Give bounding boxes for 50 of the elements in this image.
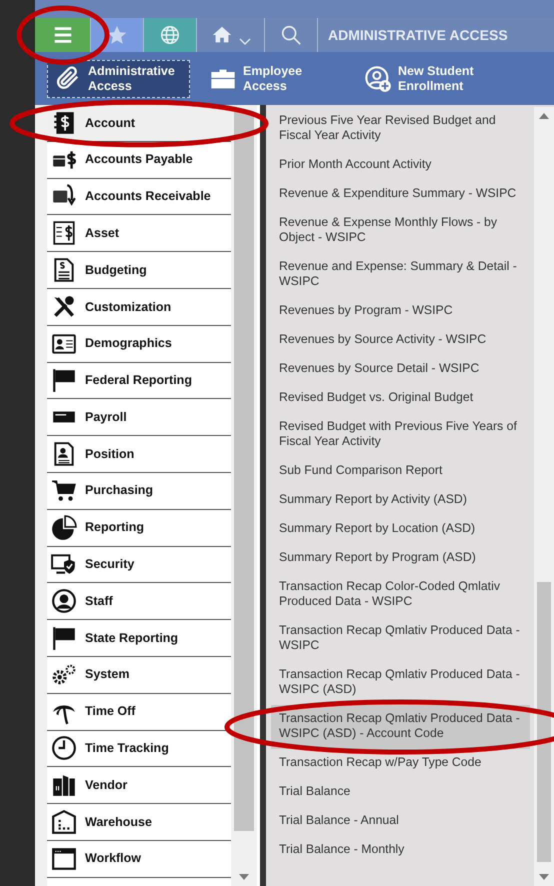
access-button[interactable]: Administrative Access <box>47 60 190 98</box>
report-item[interactable]: Transaction Recap Color-Coded Qmlativ Produced Data - WSIPC <box>271 573 530 617</box>
access-button[interactable]: New Student Enrollment <box>357 60 500 98</box>
module-item[interactable]: Account <box>47 105 231 142</box>
cart-icon <box>51 478 77 504</box>
report-item[interactable]: Revised Budget with Previous Five Years of Fiscal Year Activity <box>271 413 530 457</box>
report-item[interactable]: Prior Month Account Activity <box>271 151 530 180</box>
menu-button[interactable] <box>35 18 91 52</box>
module-item[interactable]: Federal Reporting <box>47 362 231 400</box>
report-item[interactable]: Trial Balance <box>271 778 530 807</box>
person-circle-icon <box>51 588 77 614</box>
clock-icon <box>51 735 77 762</box>
report-item[interactable]: Summary Report by Program (ASD) <box>271 544 530 573</box>
scroll-down-icon[interactable] <box>539 874 549 880</box>
report-item[interactable]: Revenues by Source Activity - WSIPC <box>271 326 530 355</box>
report-item[interactable]: Summary Report by Location (ASD) <box>271 515 530 544</box>
module-item[interactable]: Accounts Receivable <box>47 178 231 216</box>
report-item[interactable]: Sub Fund Comparison Report <box>271 457 530 486</box>
module-item[interactable]: Security <box>47 546 231 584</box>
warehouse-icon <box>51 809 77 836</box>
report-item[interactable]: Revenues by Source Detail - WSIPC <box>271 355 530 384</box>
report-item[interactable]: Trial Balance - Monthly <box>271 836 530 865</box>
access-button[interactable]: Employee Access <box>202 60 345 98</box>
report-item[interactable]: Revenues by Program - WSIPC <box>271 297 530 326</box>
report-item[interactable]: Revenue & Expenditure Summary - WSIPC <box>271 180 530 209</box>
page-title: ADMINISTRATIVE ACCESS <box>327 26 508 44</box>
report-item[interactable]: Previous Five Year Revised Budget and Fiscal Year Activity <box>271 107 530 151</box>
search-icon <box>280 24 302 46</box>
globe-icon <box>159 24 181 46</box>
report-item[interactable]: Summary Report by Activity (ASD) <box>271 486 530 515</box>
report-item[interactable]: Revised Budget vs. Original Budget <box>271 384 530 413</box>
module-scrollbar[interactable] <box>231 105 257 886</box>
report-item[interactable]: Transaction Recap w/Pay Type Code <box>271 749 530 778</box>
report-item[interactable]: Transaction Recap Qmlativ Produced Data - WSIPC (ASD) - Account Code <box>271 705 530 749</box>
globe-button[interactable] <box>144 18 197 52</box>
person-plus-icon <box>364 64 392 92</box>
report-item[interactable]: Revenue and Expense: Summary & Detail - WSIPC <box>271 253 530 297</box>
report-scrollbar[interactable] <box>534 107 554 886</box>
scroll-down-icon[interactable] <box>239 874 249 880</box>
scroll-up-icon[interactable] <box>539 113 549 119</box>
report-item[interactable]: Trial Balance - Annual <box>271 807 530 836</box>
flag-icon <box>51 625 77 652</box>
report-item[interactable]: Transaction Recap Qmlativ Produced Data - WSIPC <box>271 617 530 661</box>
report-item[interactable]: Revenue & Expense Monthly Flows - by Object - WSIPC <box>271 209 530 253</box>
module-item[interactable]: Time Tracking <box>47 730 231 768</box>
flag-icon <box>51 367 77 394</box>
ledger-dollar-icon <box>51 220 77 246</box>
pie-chart-icon <box>51 514 77 541</box>
window-icon <box>51 846 77 872</box>
report-item[interactable]: Transaction Recap Qmlativ Produced Data - WSIPC (ASD) <box>271 661 530 705</box>
